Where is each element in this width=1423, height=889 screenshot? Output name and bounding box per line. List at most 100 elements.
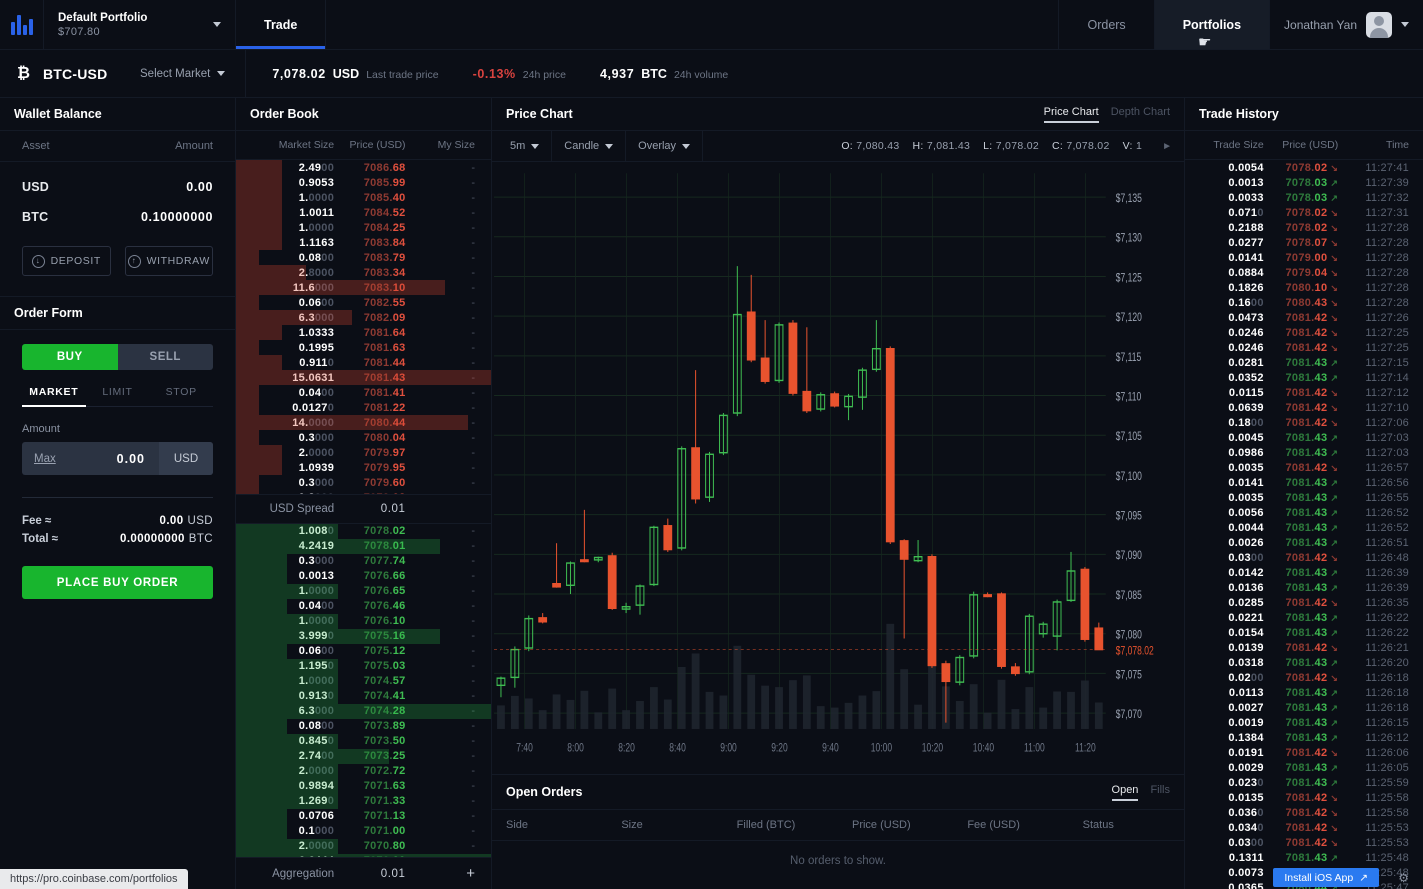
order-book-asks[interactable]: 2.49007086.68-0.90537085.99-1.00007085.4… (236, 160, 491, 494)
interval-dropdown[interactable]: 5m (498, 131, 552, 162)
order-book-bids[interactable]: 1.00807078.02-4.24197078.01-0.30007077.7… (236, 524, 491, 858)
open-orders-tab-fills[interactable]: Fills (1150, 784, 1170, 801)
order-book-row[interactable]: 0.07067071.13- (236, 809, 491, 824)
order-book-row[interactable]: 0.00137076.66- (236, 569, 491, 584)
order-book-row[interactable]: 1.00007076.65- (236, 584, 491, 599)
order-my-size: - (424, 447, 475, 459)
order-book-row[interactable]: 2.80007083.34- (236, 265, 491, 280)
order-book-row[interactable]: 0.98947071.63- (236, 779, 491, 794)
portfolio-selector[interactable]: Default Portfolio $707.80 (44, 0, 236, 49)
order-book-row[interactable]: 0.012707081.22- (236, 400, 491, 415)
candlestick-chart[interactable]: $7,070$7,075$7,080$7,085$7,090$7,095$7,1… (492, 162, 1184, 774)
order-book-row[interactable]: 0.91307074.41- (236, 689, 491, 704)
coinbase-logo[interactable] (0, 0, 44, 49)
svg-text:8:40: 8:40 (669, 742, 686, 755)
trade-history-rows[interactable]: 0.00547078.02↘11:27:410.00137078.03↗11:2… (1185, 160, 1423, 889)
order-book-row[interactable]: 0.04007081.41- (236, 385, 491, 400)
trade-history-title: Trade History (1199, 107, 1279, 121)
withdraw-button[interactable]: ↑ WITHDRAW (125, 246, 214, 276)
order-book-row[interactable]: 6.64447070.00- (236, 854, 491, 858)
sell-tab[interactable]: SELL (118, 344, 214, 370)
order-book-row[interactable]: 2.49007086.68- (236, 160, 491, 175)
order-book-row[interactable]: 0.08007083.79- (236, 250, 491, 265)
order-book-row[interactable]: 6.30007074.28- (236, 704, 491, 719)
order-book-row[interactable]: 3.99907075.16- (236, 629, 491, 644)
order-book-row[interactable]: 0.06007075.12- (236, 644, 491, 659)
order-book-row[interactable]: 0.19957081.63- (236, 340, 491, 355)
order-book-row[interactable]: 0.91107081.44- (236, 355, 491, 370)
trade-history-row: 0.09867081.43↗11:27:03 (1185, 445, 1423, 460)
chart-type-dropdown[interactable]: Candle (552, 131, 626, 162)
amount-input-group[interactable]: Max 0.00 USD (22, 442, 213, 475)
order-book-row[interactable]: 0.84507073.50- (236, 734, 491, 749)
wallet-amount: 0.00 (186, 180, 213, 194)
nav-tab-portfolios[interactable]: Portfolios (1154, 0, 1269, 49)
nav-tab-orders[interactable]: Orders (1058, 0, 1153, 49)
order-book-row[interactable]: 1.03337081.64- (236, 325, 491, 340)
order-book-row[interactable]: 1.09397079.95- (236, 460, 491, 475)
play-icon[interactable]: ► (1150, 141, 1184, 152)
order-book-row[interactable]: 11.60007083.10- (236, 280, 491, 295)
trade-time: 11:26:52 (1344, 522, 1409, 534)
install-ios-app-button[interactable]: Install iOS App ↗ (1273, 868, 1379, 887)
order-book-row[interactable]: 1.26907071.33- (236, 794, 491, 809)
trade-time: 11:27:28 (1344, 237, 1409, 249)
trade-price: 7081.43↗ (1264, 432, 1344, 444)
order-book-row[interactable]: 0.30007079.02- (236, 490, 491, 494)
nav-tab-trade[interactable]: Trade (236, 0, 326, 49)
order-book-row[interactable]: 0.08007073.89- (236, 719, 491, 734)
trade-history-row: 0.01417081.43↗11:26:56 (1185, 475, 1423, 490)
order-book-row[interactable]: 0.30007079.60- (236, 475, 491, 490)
place-buy-order-button[interactable]: PLACE BUY ORDER (22, 566, 213, 599)
max-button[interactable]: Max (22, 453, 68, 465)
order-book-row[interactable]: 0.30007077.74- (236, 554, 491, 569)
portfolio-name: Default Portfolio (58, 11, 147, 25)
trade-price: 7081.43↗ (1264, 657, 1344, 669)
trade-time: 11:27:15 (1344, 357, 1409, 369)
order-book-row[interactable]: 1.00807078.02- (236, 524, 491, 539)
overlay-dropdown[interactable]: Overlay (626, 131, 703, 162)
order-book-row[interactable]: 1.00007076.10- (236, 614, 491, 629)
order-book-row[interactable]: 6.30007082.09- (236, 310, 491, 325)
amount-input[interactable]: 0.00 (68, 452, 159, 466)
order-book-row[interactable]: 1.00117084.52- (236, 205, 491, 220)
user-name: Jonathan Yan (1284, 18, 1357, 32)
order-book-row[interactable]: 14.00007080.44- (236, 415, 491, 430)
user-menu[interactable]: Jonathan Yan (1269, 0, 1423, 49)
order-type-tab-limit[interactable]: LIMIT (86, 386, 150, 406)
select-market-dropdown[interactable]: Select Market (140, 68, 245, 80)
order-type-tab-market[interactable]: MARKET (22, 386, 86, 406)
buy-tab[interactable]: BUY (22, 344, 118, 370)
chart-tab-depth-chart[interactable]: Depth Chart (1111, 106, 1170, 123)
order-book-row[interactable]: 1.19507075.03- (236, 659, 491, 674)
upload-arrow-icon: ↑ (128, 255, 141, 268)
order-book-row[interactable]: 4.24197078.01- (236, 539, 491, 554)
open-orders-tab-open[interactable]: Open (1112, 784, 1139, 801)
order-book-row[interactable]: 2.00007070.80- (236, 839, 491, 854)
deposit-button[interactable]: ↓ DEPOSIT (22, 246, 111, 276)
trade-size: 0.0318 (1199, 657, 1264, 669)
gear-icon[interactable]: ⚙ (1398, 871, 1409, 885)
order-book-row[interactable]: 2.74007073.25- (236, 749, 491, 764)
order-book-row[interactable]: 0.30007080.04- (236, 430, 491, 445)
order-book-row[interactable]: 0.06007082.55- (236, 295, 491, 310)
order-book-row[interactable]: 0.10007071.00- (236, 824, 491, 839)
trade-price: 7081.43↗ (1264, 357, 1344, 369)
trade-size: 0.0884 (1199, 267, 1264, 279)
order-book-row[interactable]: 2.00007079.97- (236, 445, 491, 460)
order-type-tab-stop[interactable]: STOP (149, 386, 213, 406)
ohlc-high-value: 7,081.43 (927, 140, 970, 152)
svg-text:$7,085: $7,085 (1116, 590, 1142, 603)
order-book-row[interactable]: 1.00007084.25- (236, 220, 491, 235)
order-book-row[interactable]: 1.00007085.40- (236, 190, 491, 205)
order-book-row[interactable]: 2.00007072.72- (236, 764, 491, 779)
order-book-row[interactable]: 1.00007074.57- (236, 674, 491, 689)
order-book-row[interactable]: 0.90537085.99- (236, 175, 491, 190)
order-price: 7073.89 (334, 720, 423, 732)
order-book-row[interactable]: 15.06317081.43- (236, 370, 491, 385)
chart-tab-price-chart[interactable]: Price Chart (1044, 106, 1099, 123)
order-book-row[interactable]: 1.11637083.84- (236, 235, 491, 250)
order-book-row[interactable]: 0.04007076.46- (236, 599, 491, 614)
trade-history-row: 0.18007081.42↘11:27:06 (1185, 415, 1423, 430)
trade-history-row: 0.00337078.03↗11:27:32 (1185, 190, 1423, 205)
